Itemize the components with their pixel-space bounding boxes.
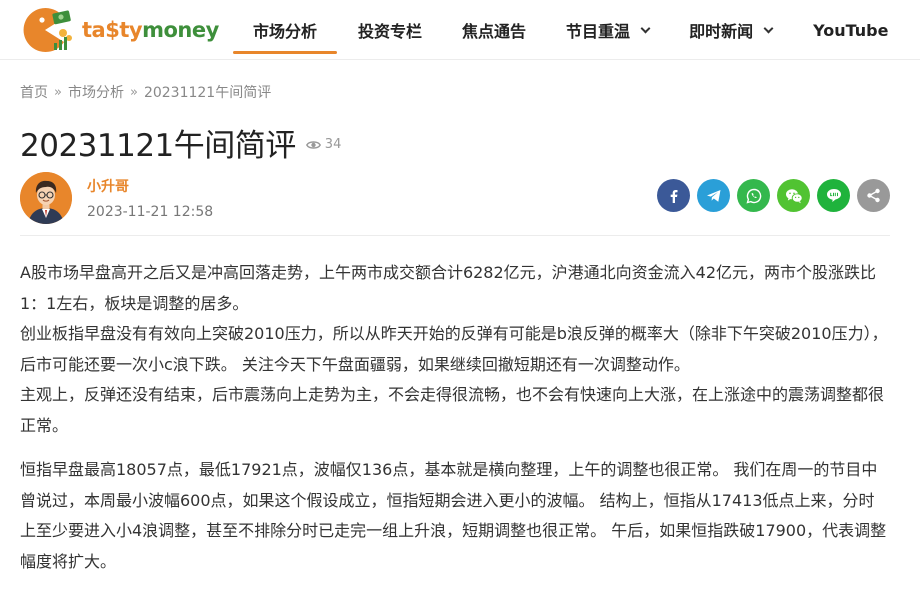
article-paragraph: A股市场早盘高开之后又是冲高回落走势，上午两市成交额合计6282亿元，沪港通北向…: [20, 263, 877, 313]
nav-item-market-analysis[interactable]: 市场分析: [233, 0, 338, 60]
facebook-share-button[interactable]: [657, 179, 690, 212]
share-icon: [867, 188, 880, 203]
nav-item-label: 即时新闻: [689, 22, 754, 41]
avatar[interactable]: [20, 172, 72, 224]
nav-item-label: 节目重温: [566, 22, 631, 41]
telegram-share-button[interactable]: [697, 179, 730, 212]
nav-item-investment-column[interactable]: 投资专栏: [338, 0, 442, 60]
article-paragraph: 恒指早盘最高18057点，最低17921点，波幅仅136点，基本就是横向整理，上…: [20, 460, 887, 571]
nav-item-focus-notices[interactable]: 焦点通告: [442, 0, 546, 60]
chevron-down-icon: [640, 23, 651, 33]
eye-icon: [305, 140, 321, 149]
nav-item-label: 焦点通告: [462, 22, 527, 41]
more-share-button[interactable]: [857, 179, 890, 212]
breadcrumb-separator: »: [129, 84, 138, 100]
article-body: A股市场早盘高开之后又是冲高回落走势，上午两市成交额合计6282亿元，沪港通北向…: [20, 258, 890, 577]
line-share-button[interactable]: [817, 179, 850, 212]
nav-item-label: YouTube: [813, 20, 889, 40]
whatsapp-share-button[interactable]: [737, 179, 770, 212]
breadcrumb-category-link[interactable]: 市场分析: [68, 82, 124, 102]
main-nav: 市场分析 投资专栏 焦点通告 节目重温 即时新闻 YouTube: [233, 0, 888, 60]
telegram-icon: [706, 189, 720, 202]
whatsapp-icon: [745, 188, 761, 204]
chevron-down-icon: [763, 23, 774, 33]
nav-item-program-replay[interactable]: 节目重温: [546, 0, 669, 60]
breadcrumb-home-link[interactable]: 首页: [20, 82, 48, 102]
breadcrumb: 首页 » 市场分析 » 20231121午间简评: [20, 82, 271, 102]
page-title: 20231121午间简评: [20, 128, 296, 164]
nav-item-label: 投资专栏: [358, 22, 423, 41]
wechat-icon: [785, 188, 803, 203]
title-row: 20231121午间简评 34: [20, 120, 341, 165]
nav-item-label: 市场分析: [253, 22, 318, 41]
post-date: 2023-11-21 12:58: [87, 204, 214, 220]
share-buttons: [650, 179, 890, 212]
nav-item-youtube[interactable]: YouTube: [792, 0, 888, 60]
view-count-value: 34: [324, 137, 342, 152]
breadcrumb-current: 20231121午间简评: [143, 85, 272, 101]
line-icon: [826, 189, 841, 202]
nav-item-instant-news[interactable]: 即时新闻: [669, 0, 792, 60]
wechat-share-button[interactable]: [777, 179, 810, 212]
site-header: ta$tymoney 市场分析 投资专栏 焦点通告 节目重温 即时新闻 YouT…: [0, 0, 920, 60]
author-row: 小升哥 2023-11-21 12:58: [20, 172, 890, 236]
author-name-link[interactable]: 小升哥: [87, 176, 129, 196]
logo-text-ty: ty: [119, 18, 143, 42]
facebook-icon: [670, 189, 677, 203]
logo-text-ta: ta: [82, 18, 106, 42]
article-paragraph: 创业板指早盘没有有效向上突破2010压力，所以从昨天开始的反弹有可能是b浪反弹的…: [20, 324, 888, 374]
article-paragraph: 主观上，反弹还没有结束，后市震荡向上走势为主，不会走得很流畅，也不会有快速向上大…: [20, 385, 885, 435]
logo-emblem-icon: [20, 7, 74, 53]
logo-text-dollar: $: [105, 18, 120, 42]
breadcrumb-separator: »: [54, 84, 62, 100]
site-logo[interactable]: ta$tymoney: [20, 7, 219, 53]
view-count: 34: [305, 137, 342, 152]
logo-wordmark: ta$tymoney: [82, 7, 219, 53]
logo-text-money: money: [142, 18, 219, 42]
